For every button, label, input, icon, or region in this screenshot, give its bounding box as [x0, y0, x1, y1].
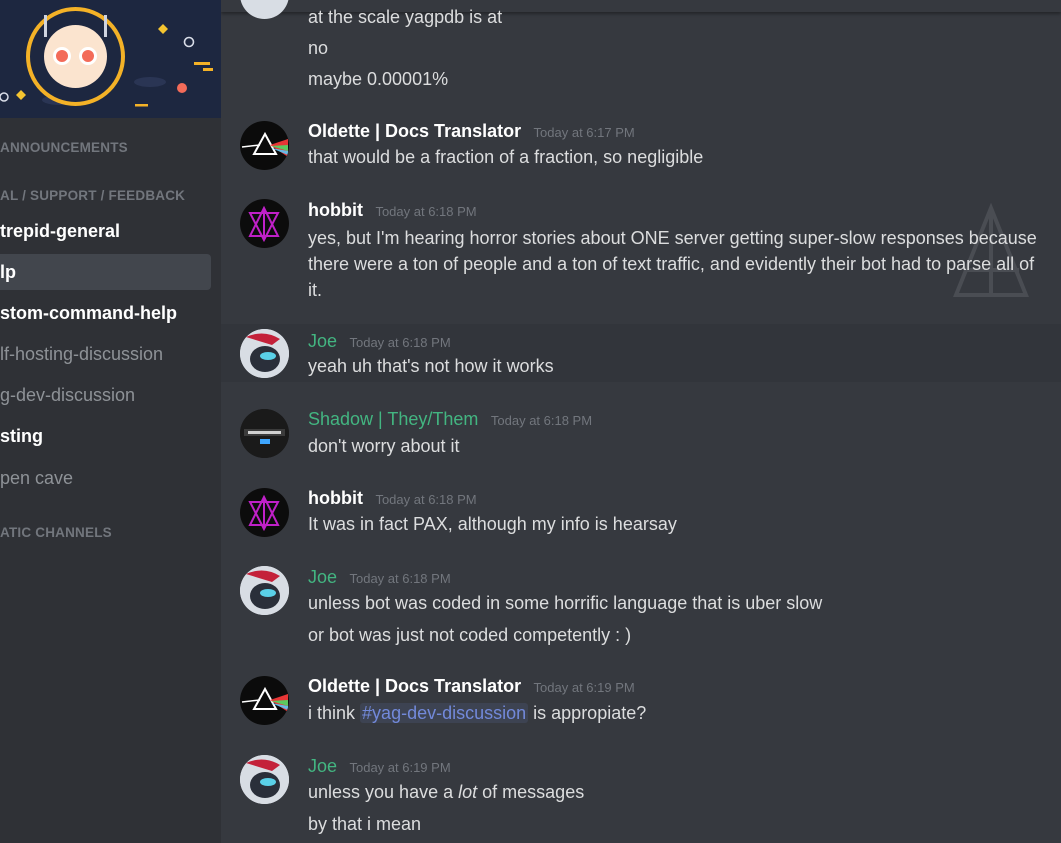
- timestamp: Today at 6:19 PM: [533, 680, 635, 695]
- username[interactable]: Shadow | They/Them: [308, 409, 478, 429]
- message-text: at the scale yagpdb is at: [308, 7, 503, 27]
- channel-item[interactable]: g-dev-discussion: [0, 377, 211, 413]
- channel-item[interactable]: lf-hosting-discussion: [0, 336, 211, 372]
- user-avatar-hobbit[interactable]: [240, 199, 289, 248]
- timestamp: Today at 6:18 PM: [375, 492, 477, 507]
- category-support-feedback[interactable]: AL / SUPPORT / FEEDBACK: [0, 188, 185, 203]
- username[interactable]: hobbit: [308, 488, 363, 508]
- timestamp: Today at 6:18 PM: [490, 413, 593, 428]
- channel-item[interactable]: pen cave: [0, 460, 211, 496]
- server-banner: [0, 0, 221, 118]
- user-avatar-prism[interactable]: [240, 676, 289, 725]
- timestamp: Today at 6:18 PM: [349, 571, 451, 586]
- message-text: or bot was just not coded competently : …: [308, 625, 632, 645]
- channel-item[interactable]: trepid-general: [0, 213, 211, 249]
- message-text: unless bot was coded in some horrific la…: [308, 593, 823, 613]
- message-text: yeah uh that's not how it works: [308, 356, 554, 376]
- category-announcements[interactable]: ANNOUNCEMENTS: [0, 140, 128, 155]
- chat-area: at the scale yagpdb is at no maybe 0.000…: [221, 0, 1061, 843]
- channel-item[interactable]: sting: [0, 418, 211, 454]
- channel-sidebar: ANNOUNCEMENTS AL / SUPPORT / FEEDBACK tr…: [0, 0, 221, 843]
- category-automatic-channels[interactable]: ATIC CHANNELS: [0, 525, 112, 540]
- user-avatar-prism[interactable]: [240, 121, 289, 170]
- message-text: no: [308, 38, 329, 58]
- message-text-emphasis: lot: [458, 782, 478, 802]
- channel-item[interactable]: stom-command-help: [0, 295, 211, 331]
- timestamp: Today at 6:18 PM: [349, 335, 451, 350]
- channel-mention-link[interactable]: #yag-dev-discussion: [360, 703, 529, 723]
- user-avatar[interactable]: [240, 0, 289, 19]
- user-avatar-hobbit[interactable]: [240, 488, 289, 537]
- user-avatar-joe[interactable]: [240, 566, 289, 615]
- message-text: yes, but I'm hearing horror stories abou…: [308, 228, 1037, 300]
- message-text: unless you have a lot of messages: [308, 782, 584, 803]
- user-avatar-joe[interactable]: [240, 755, 289, 804]
- message-text: i think #yag-dev-discussion is appropiat…: [308, 703, 646, 724]
- message-text-part: of messages: [482, 782, 585, 802]
- channel-item-selected[interactable]: lp: [0, 254, 211, 290]
- message-text-part: is appropiate?: [533, 703, 647, 723]
- message-text: It was in fact PAX, although my info is …: [308, 514, 677, 534]
- username[interactable]: Joe: [308, 756, 337, 776]
- message-text: by that i mean: [308, 814, 422, 834]
- message-text: that would be a fraction of a fraction, …: [308, 147, 704, 167]
- username[interactable]: Joe: [308, 567, 337, 587]
- timestamp: Today at 6:17 PM: [533, 125, 635, 140]
- user-avatar-shadow[interactable]: [240, 409, 289, 458]
- username[interactable]: Oldette | Docs Translator: [308, 121, 521, 141]
- user-avatar-joe[interactable]: [240, 329, 289, 378]
- username[interactable]: Oldette | Docs Translator: [308, 676, 521, 696]
- message-text: maybe 0.00001%: [308, 69, 449, 89]
- message-text: don't worry about it: [308, 436, 460, 456]
- username[interactable]: Joe: [308, 331, 337, 351]
- timestamp: Today at 6:19 PM: [349, 760, 451, 775]
- message-text-part: i think: [308, 703, 356, 723]
- message-text-part: unless you have a: [308, 782, 454, 802]
- server-logo[interactable]: [26, 7, 125, 106]
- username[interactable]: hobbit: [308, 200, 363, 220]
- timestamp: Today at 6:18 PM: [375, 204, 477, 219]
